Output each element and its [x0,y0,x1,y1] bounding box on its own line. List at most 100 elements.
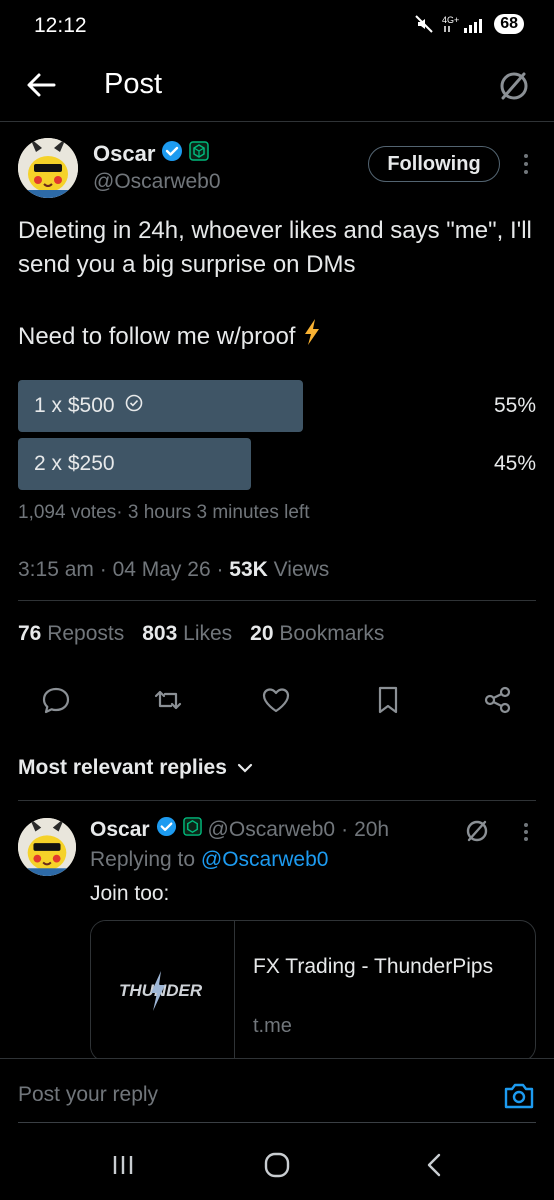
poll-option[interactable]: 1 x $500 55% [18,380,536,432]
affiliate-badge-icon[interactable] [189,141,210,166]
replying-prefix: Replying to [90,848,196,871]
more-options-button[interactable] [516,820,536,844]
link-card-title: FX Trading - ThunderPips [253,955,494,978]
repost-icon [154,690,182,710]
link-card-thumbnail: THUNDER [91,921,235,1061]
share-icon [484,686,511,714]
reply-age[interactable]: 20h [354,818,389,842]
top-app-bar: Post [0,52,554,122]
poll-option[interactable]: 2 x $250 45% [18,438,536,490]
avatar[interactable] [18,818,76,876]
poll-option-label-wrap: 1 x $500 [34,394,143,418]
chevron-down-icon [237,756,253,780]
divider [18,600,536,601]
verified-badge-icon [156,816,177,843]
grok-button[interactable] [494,66,534,106]
reply-header: Oscar @Oscarweb0 · 20h [90,816,389,843]
reply-text: Join too: [90,882,170,905]
action-bar [0,678,554,722]
arrow-left-icon [27,73,56,97]
bookmarks-label: Bookmarks [279,622,385,645]
affiliate-badge-icon[interactable] [182,817,202,842]
separator: · [99,558,113,581]
avatar-image-icon [18,818,76,876]
reply-author-name[interactable]: Oscar [90,818,150,842]
recents-button[interactable] [108,1150,138,1180]
following-button[interactable]: Following [368,146,500,182]
separator: · [341,817,349,841]
replying-to: Replying to @Oscarweb0 [90,848,328,872]
post-text-line: Need to follow me w/proof [18,323,296,350]
status-bar: 12:12 4G+ 68 [0,0,554,52]
post-time[interactable]: 3:15 am [18,558,94,581]
avatar[interactable] [18,138,78,198]
page-title: Post [104,68,163,100]
likes-stat[interactable]: 803 Likes [142,622,232,646]
verified-badge-icon [161,140,183,167]
camera-icon [504,1083,534,1109]
replies-sort-label: Most relevant replies [18,756,227,779]
grok-button[interactable] [462,816,492,846]
more-options-button[interactable] [516,150,536,178]
poll: 1 x $500 55% 2 x $250 45% [18,380,536,496]
post-timestamp: 3:15 am · 04 May 26 · 53K Views [18,558,329,582]
battery-indicator: 68 [494,14,524,34]
heart-icon [262,688,290,713]
reply-item[interactable]: Oscar @Oscarweb0 · 20h Replying to @Osca… [0,802,554,1062]
back-button[interactable] [24,68,58,102]
post-text-secondary: Need to follow me w/proof [18,318,321,356]
home-icon [264,1152,290,1178]
reply-button[interactable] [40,684,72,716]
grok-icon [500,72,528,100]
reply-author-handle[interactable]: @Oscarweb0 [208,818,336,842]
author-name[interactable]: Oscar [93,141,155,167]
likes-count: 803 [142,622,178,645]
home-button[interactable] [262,1150,292,1180]
chevron-left-icon [427,1153,441,1177]
views-count: 53K [229,558,268,581]
poll-meta: 1,094 votes· 3 hours 3 minutes left [18,502,310,523]
author-name-row: Oscar [93,140,210,167]
bookmarks-stat[interactable]: 20 Bookmarks [250,622,384,646]
reply-composer [0,1058,554,1124]
poll-option-label: 2 x $250 [34,452,115,475]
repost-button[interactable] [152,684,184,716]
avatar-image-icon [18,138,78,198]
bookmark-button[interactable] [372,684,404,716]
reposts-label: Reposts [47,622,125,645]
separator: · [216,558,230,581]
share-button[interactable] [482,684,514,716]
replying-to-link[interactable]: @Oscarweb0 [201,848,329,871]
status-time: 12:12 [34,14,87,37]
camera-button[interactable] [502,1079,536,1113]
author-handle[interactable]: @Oscarweb0 [93,170,221,194]
link-card[interactable]: THUNDER FX Trading - ThunderPips t.me [90,920,536,1062]
reposts-count: 76 [18,622,42,645]
reply-input[interactable] [18,1083,438,1107]
bookmark-icon [378,686,398,714]
poll-option-label: 1 x $500 [34,394,115,417]
grok-icon [466,820,488,842]
system-nav-bar [0,1124,554,1200]
more-vertical-icon [524,823,528,841]
back-nav-button[interactable] [420,1150,450,1180]
views-label: Views [273,558,330,581]
replies-sort-button[interactable]: Most relevant replies [18,756,253,780]
like-button[interactable] [260,684,292,716]
reposts-stat[interactable]: 76 Reposts [18,622,124,646]
composer-underline [18,1122,536,1123]
post-text: Deleting in 24h, whoever likes and says … [18,217,532,278]
recents-icon [113,1156,133,1174]
poll-option-percent: 55% [493,394,536,417]
likes-label: Likes [183,622,233,645]
lightning-bolt-icon [151,971,165,1011]
network-type-text: 4G+ [442,15,459,25]
reply-icon [42,687,70,714]
more-vertical-icon [524,154,528,174]
mute-icon [414,14,434,34]
link-card-domain: t.me [253,1015,292,1037]
post-date[interactable]: 04 May 26 [113,558,211,581]
poll-option-percent: 45% [493,452,536,475]
network-icon: 4G+ [442,14,486,34]
status-icons: 4G+ 68 [414,14,524,34]
